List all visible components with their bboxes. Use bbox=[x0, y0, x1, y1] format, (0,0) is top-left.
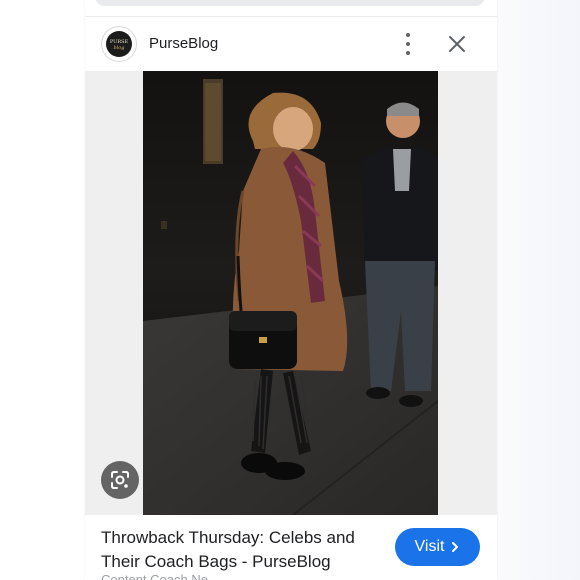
google-lens-icon[interactable] bbox=[101, 461, 139, 499]
svg-text:blog: blog bbox=[113, 45, 124, 51]
preview-photo[interactable] bbox=[143, 71, 438, 515]
source-logo[interactable]: PURSE blog bbox=[102, 27, 136, 61]
right-background bbox=[497, 0, 580, 580]
preview-header: PURSE blog PurseBlog bbox=[85, 17, 497, 71]
visit-label: Visit bbox=[414, 538, 445, 555]
result-caption: Content Coach Ne... bbox=[101, 572, 219, 580]
search-bar-edge[interactable] bbox=[95, 0, 485, 6]
left-background bbox=[0, 0, 85, 580]
image-preview-panel: PURSE blog PurseBlog Throwback Thursday:… bbox=[85, 0, 497, 580]
more-vert-icon[interactable] bbox=[398, 33, 418, 55]
chevron-right-icon bbox=[452, 542, 459, 552]
purseblog-logo-image: PURSE blog bbox=[110, 39, 129, 51]
source-name[interactable]: PurseBlog bbox=[149, 35, 218, 52]
image-area bbox=[85, 71, 497, 515]
result-title[interactable]: Throwback Thursday: Celebs and Their Coa… bbox=[101, 526, 381, 574]
close-icon[interactable] bbox=[447, 34, 467, 54]
visit-button[interactable]: Visit bbox=[395, 528, 480, 566]
